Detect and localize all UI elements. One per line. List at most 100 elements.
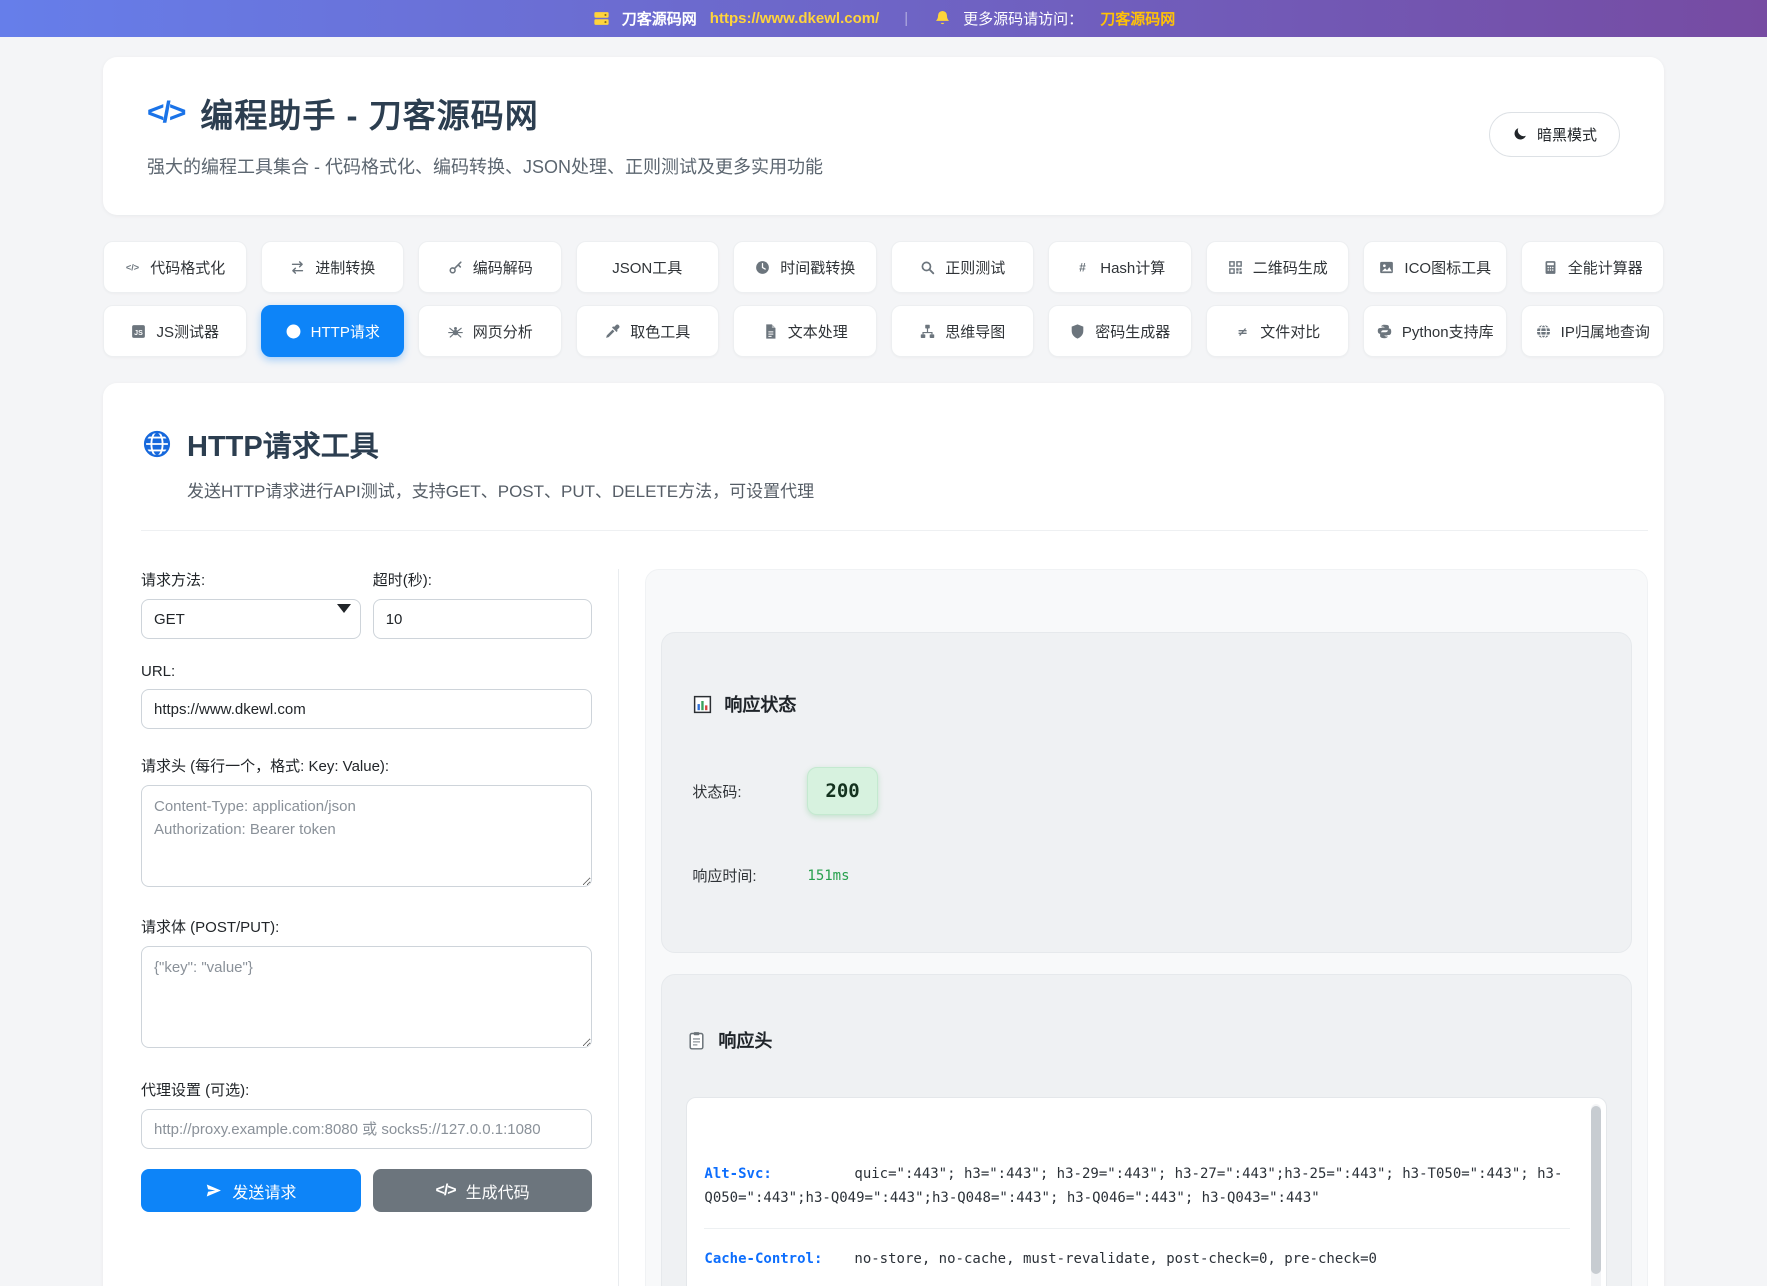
shield-icon <box>1069 323 1086 340</box>
tab-label: HTTP请求 <box>311 321 380 342</box>
key-icon <box>447 259 464 276</box>
tab-password-gen[interactable]: 密码生成器 <box>1048 305 1192 357</box>
eyedropper-icon <box>604 323 621 340</box>
tab-label: Hash计算 <box>1100 257 1165 278</box>
tab-python-lib[interactable]: Python支持库 <box>1363 305 1507 357</box>
search-icon <box>919 259 936 276</box>
response-headers-card: 响应头 Alt-Svc:quic=":443"; h3=":443"; h3-2… <box>661 974 1632 1286</box>
page-subtitle: 强大的编程工具集合 - 代码格式化、编码转换、JSON处理、正则测试及更多实用功… <box>147 153 823 179</box>
divider <box>141 530 1648 531</box>
tab-label: 代码格式化 <box>150 257 225 278</box>
image-icon <box>1378 259 1395 276</box>
tab-label: 全能计算器 <box>1568 257 1643 278</box>
tab-label: 正则测试 <box>945 257 1005 278</box>
request-headers-label: 请求头 (每行一个，格式: Key: Value): <box>141 755 592 776</box>
scrollbar-track <box>1591 1104 1601 1286</box>
globe-icon <box>141 428 173 460</box>
method-select[interactable]: GET <box>141 599 361 639</box>
python-icon <box>1376 323 1393 340</box>
status-code-badge: 200 <box>807 767 877 815</box>
tab-encode-decode[interactable]: 编码解码 <box>418 241 562 293</box>
tab-file-diff[interactable]: 文件对比 <box>1206 305 1350 357</box>
tool-subtitle: 发送HTTP请求进行API测试，支持GET、POST、PUT、DELETE方法，… <box>187 477 1648 502</box>
moon-icon <box>1512 126 1528 142</box>
tab-code-format[interactable]: 代码格式化 <box>103 241 247 293</box>
proxy-input[interactable] <box>141 1109 592 1149</box>
code-icon: </> <box>435 1182 455 1200</box>
tab-base-convert[interactable]: 进制转换 <box>261 241 405 293</box>
timeout-input[interactable] <box>373 599 593 639</box>
tab-label: 文件对比 <box>1260 321 1320 342</box>
bell-icon <box>933 9 952 28</box>
response-status-title: 响应状态 <box>724 691 796 717</box>
tab-label: 取色工具 <box>630 321 690 342</box>
tab-mindmap[interactable]: 思维导图 <box>891 305 1035 357</box>
site-logo-icon <box>592 9 611 28</box>
tab-label: Python支持库 <box>1402 321 1494 342</box>
scrollbar-thumb[interactable] <box>1591 1106 1601 1274</box>
dark-mode-button[interactable]: 暗黑模式 <box>1489 112 1620 157</box>
dark-mode-label: 暗黑模式 <box>1537 124 1597 145</box>
response-status-card: 响应状态 状态码: 200 响应时间: 151ms <box>661 632 1632 953</box>
tab-regex-test[interactable]: 正则测试 <box>891 241 1035 293</box>
request-body-textarea[interactable] <box>141 946 592 1048</box>
clock-icon <box>754 259 771 276</box>
top-announcement-bar: 刀客源码网 https://www.dkewl.com/ | 更多源码请访问： … <box>0 0 1767 37</box>
tab-text-process[interactable]: 文本处理 <box>733 305 877 357</box>
spider-icon <box>447 323 464 340</box>
tab-label: 网页分析 <box>473 321 533 342</box>
response-headers-list: Alt-Svc:quic=":443"; h3=":443"; h3-29=":… <box>704 1144 1570 1286</box>
calculator-icon <box>1542 259 1559 276</box>
response-header-key: Alt-Svc: <box>704 1162 854 1186</box>
request-headers-textarea[interactable] <box>141 785 592 887</box>
code-icon <box>124 259 141 276</box>
tab-label: 文本处理 <box>788 321 848 342</box>
tab-label: 编码解码 <box>473 257 533 278</box>
page-header-card: </> 编程助手 - 刀客源码网 强大的编程工具集合 - 代码格式化、编码转换、… <box>103 57 1664 215</box>
response-time-label: 响应时间: <box>692 865 807 886</box>
tab-ico-tool[interactable]: ICO图标工具 <box>1363 241 1507 293</box>
url-input[interactable] <box>141 689 592 729</box>
ipglobe-icon <box>1535 323 1552 340</box>
http-tool-card: HTTP请求工具 发送HTTP请求进行API测试，支持GET、POST、PUT、… <box>103 383 1664 1286</box>
send-request-button[interactable]: 发送请求 <box>141 1169 361 1212</box>
tab-label: JSON工具 <box>612 257 682 278</box>
topbar-site-name: 刀客源码网 <box>622 8 697 29</box>
tab-label: 时间戳转换 <box>780 257 855 278</box>
generate-code-label: 生成代码 <box>466 1179 530 1203</box>
clipboard-icon <box>686 1030 707 1051</box>
page-title: 编程助手 - 刀客源码网 <box>200 89 538 137</box>
tab-calculator[interactable]: 全能计算器 <box>1521 241 1665 293</box>
response-header-value: no-store, no-cache, must-revalidate, pos… <box>854 1251 1377 1267</box>
tab-label: 二维码生成 <box>1253 257 1328 278</box>
globe-icon <box>285 323 302 340</box>
response-time-value: 151ms <box>807 868 849 884</box>
tab-timestamp[interactable]: 时间戳转换 <box>733 241 877 293</box>
tab-label: 密码生成器 <box>1095 321 1170 342</box>
sitemap-icon <box>919 323 936 340</box>
tab-json-tools[interactable]: JSON工具 <box>576 241 720 293</box>
response-header-row: Cache-Control:no-store, no-cache, must-r… <box>704 1229 1570 1286</box>
tab-http-request[interactable]: HTTP请求 <box>261 305 405 357</box>
tab-js-tester[interactable]: JS测试器 <box>103 305 247 357</box>
tabs-row-2: JS测试器 HTTP请求 网页分析 取色工具 文本处理 思维导图 密码生成器 文件对比 Pyth… <box>103 305 1664 357</box>
js-icon <box>130 323 147 340</box>
generate-code-button[interactable]: </> 生成代码 <box>373 1169 593 1212</box>
topbar-promo-link[interactable]: 刀客源码网 <box>1100 8 1175 29</box>
tool-title: HTTP请求工具 <box>187 423 379 465</box>
tab-hash-calc[interactable]: Hash计算 <box>1048 241 1192 293</box>
hash-icon <box>1074 259 1091 276</box>
tab-label: JS测试器 <box>156 321 219 342</box>
response-header-row: Alt-Svc:quic=":443"; h3=":443"; h3-29=":… <box>704 1144 1570 1229</box>
tab-ip-lookup[interactable]: IP归属地查询 <box>1521 305 1665 357</box>
tab-label: ICO图标工具 <box>1404 257 1491 278</box>
response-panel: 响应状态 状态码: 200 响应时间: 151ms <box>619 569 1648 1286</box>
timeout-label: 超时(秒): <box>373 569 593 590</box>
tab-color-picker[interactable]: 取色工具 <box>576 305 720 357</box>
send-request-label: 发送请求 <box>232 1179 296 1203</box>
topbar-site-url-link[interactable]: https://www.dkewl.com/ <box>710 10 879 27</box>
url-label: URL: <box>141 663 592 680</box>
tab-web-analyze[interactable]: 网页分析 <box>418 305 562 357</box>
tab-qrcode[interactable]: 二维码生成 <box>1206 241 1350 293</box>
topbar-separator: | <box>904 10 908 27</box>
